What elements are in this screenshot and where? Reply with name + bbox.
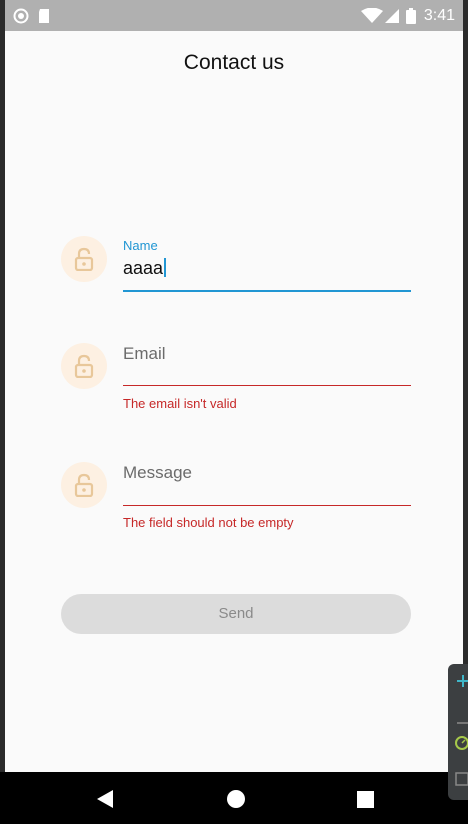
circle-icon: [13, 8, 29, 29]
recents-icon[interactable]: [357, 791, 374, 813]
app-screen: 3:41 Contact us Name aaaa Email The emai…: [5, 0, 463, 824]
battery-icon: [406, 8, 416, 29]
lock-icon: [61, 343, 107, 389]
send-button[interactable]: Send: [61, 594, 411, 634]
back-icon[interactable]: [96, 789, 114, 814]
message-field[interactable]: Message: [123, 463, 192, 483]
message-field-underline: [123, 505, 411, 506]
sd-card-icon: [37, 8, 51, 29]
email-field[interactable]: Email: [123, 344, 166, 364]
lock-icon: [61, 236, 107, 282]
screenshot-icon[interactable]: [455, 772, 468, 791]
name-field-value: aaaa: [123, 258, 164, 278]
text-cursor: [164, 258, 167, 277]
status-time: 3:41: [423, 7, 455, 24]
meter-icon[interactable]: [455, 736, 468, 755]
home-icon[interactable]: [226, 789, 246, 814]
nav-bar: [0, 772, 468, 824]
name-field-label: Name: [123, 238, 158, 253]
signal-icon: [384, 8, 400, 29]
wifi-icon: [361, 7, 383, 29]
emulator-toolbar: [448, 664, 468, 800]
status-bar: 3:41: [5, 0, 463, 31]
email-error-text: The email isn't valid: [123, 396, 237, 411]
message-error-text: The field should not be empty: [123, 515, 294, 530]
name-field[interactable]: aaaa: [123, 258, 167, 279]
page-title: Contact us: [183, 51, 285, 74]
plus-icon[interactable]: [457, 674, 468, 693]
lock-icon: [61, 462, 107, 508]
minus-icon[interactable]: [457, 712, 468, 730]
name-field-underline: [123, 290, 411, 292]
email-field-underline: [123, 385, 411, 386]
